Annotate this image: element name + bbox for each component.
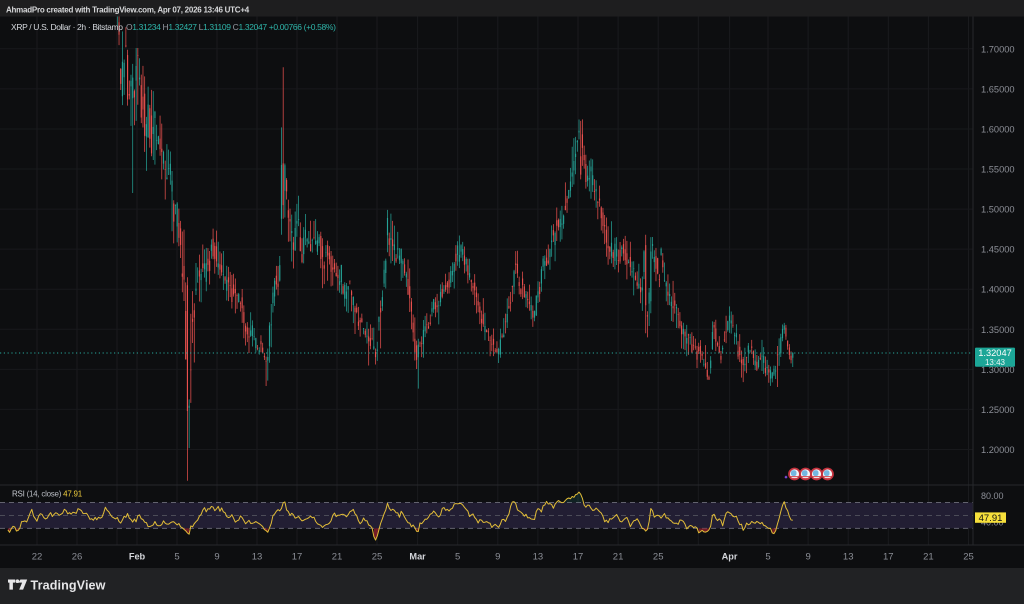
svg-text:1.35000: 1.35000 — [981, 325, 1015, 335]
svg-text:TradingView: TradingView — [31, 579, 106, 593]
svg-text:13: 13 — [252, 551, 263, 562]
svg-text:9: 9 — [495, 551, 500, 562]
svg-text:5: 5 — [174, 551, 179, 562]
svg-text:25: 25 — [653, 551, 664, 562]
svg-text:17: 17 — [883, 551, 894, 562]
svg-text:17: 17 — [292, 551, 303, 562]
svg-text:47.91: 47.91 — [979, 513, 1003, 524]
svg-text:9: 9 — [214, 551, 219, 562]
svg-text:9: 9 — [805, 551, 810, 562]
svg-text:Feb: Feb — [129, 551, 146, 561]
svg-text:Mar: Mar — [409, 551, 426, 561]
svg-text:80.00: 80.00 — [981, 491, 1004, 501]
svg-text:1.40000: 1.40000 — [981, 285, 1015, 295]
svg-text:1.65000: 1.65000 — [981, 84, 1015, 94]
svg-text:25: 25 — [372, 551, 383, 562]
svg-text:13:43: 13:43 — [985, 358, 1006, 367]
svg-text:13: 13 — [533, 551, 544, 562]
svg-text:21: 21 — [613, 551, 624, 562]
svg-text:21: 21 — [332, 551, 343, 562]
svg-text:AhmadPro created with TradingV: AhmadPro created with TradingView.com, A… — [6, 5, 250, 14]
svg-text:25: 25 — [963, 551, 974, 562]
svg-text:1.45000: 1.45000 — [981, 245, 1015, 255]
svg-text:5: 5 — [455, 551, 460, 562]
svg-text:1.32047: 1.32047 — [978, 348, 1012, 358]
svg-text:17: 17 — [573, 551, 584, 562]
svg-text:Apr: Apr — [722, 551, 738, 561]
svg-text:XRP / U.S. Dollar · 2h · Bitst: XRP / U.S. Dollar · 2h · Bitstamp O1.312… — [11, 22, 336, 32]
svg-text:22: 22 — [32, 551, 43, 562]
svg-text:1.25000: 1.25000 — [981, 405, 1015, 415]
svg-text:21: 21 — [923, 551, 934, 562]
svg-text:26: 26 — [72, 551, 83, 562]
svg-text:1.70000: 1.70000 — [981, 44, 1015, 54]
svg-text:13: 13 — [843, 551, 854, 562]
svg-text:1.55000: 1.55000 — [981, 165, 1015, 175]
svg-text:RSI (14, close) 47.91: RSI (14, close) 47.91 — [12, 490, 83, 499]
svg-text:1.60000: 1.60000 — [981, 124, 1015, 134]
svg-text:1.20000: 1.20000 — [981, 445, 1015, 455]
svg-text:5: 5 — [765, 551, 770, 562]
svg-text:1.50000: 1.50000 — [981, 205, 1015, 215]
